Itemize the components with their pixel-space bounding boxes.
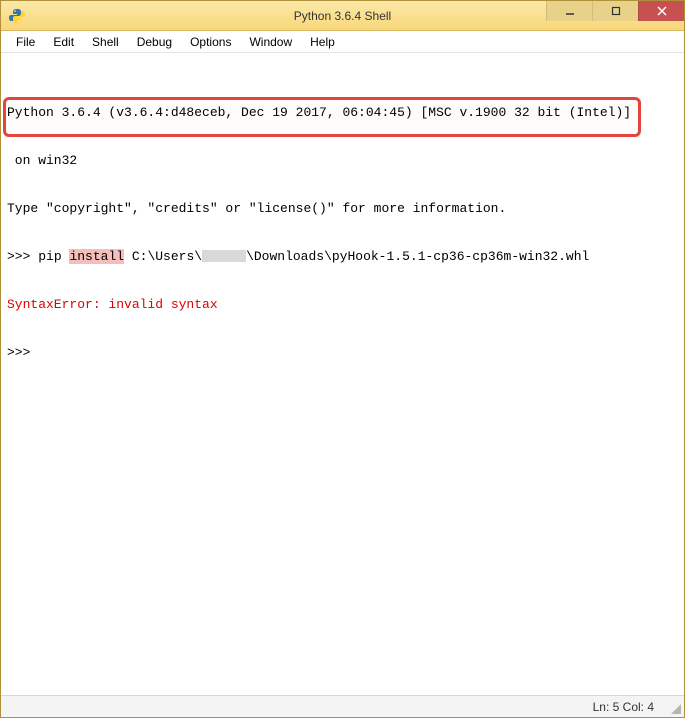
cmd-text: C:\Users\ <box>124 249 202 264</box>
titlebar[interactable]: Python 3.6.4 Shell <box>1 1 684 31</box>
syntax-error-token: install <box>69 249 124 264</box>
menu-shell[interactable]: Shell <box>83 33 128 51</box>
cmd-text: \Downloads\pyHook-1.5.1-cp36-cp36m-win32… <box>246 249 589 264</box>
app-icon <box>9 8 25 24</box>
window-controls <box>546 1 684 30</box>
cmd-text: pip <box>38 249 69 264</box>
menu-window[interactable]: Window <box>240 33 301 51</box>
prompt-prefix: >>> <box>7 249 38 264</box>
banner-line: on win32 <box>7 153 678 169</box>
error-line: SyntaxError: invalid syntax <box>7 297 678 313</box>
cursor-position: Ln: 5 Col: 4 <box>593 700 654 714</box>
editor[interactable]: Python 3.6.4 (v3.6.4:d48eceb, Dec 19 201… <box>1 53 684 695</box>
minimize-button[interactable] <box>546 1 592 21</box>
banner-line: Type "copyright", "credits" or "license(… <box>7 201 678 217</box>
app-window: Python 3.6.4 Shell File Edit Shell Debug… <box>0 0 685 718</box>
maximize-button[interactable] <box>592 1 638 21</box>
menu-edit[interactable]: Edit <box>44 33 83 51</box>
menu-debug[interactable]: Debug <box>128 33 181 51</box>
prompt-line: >>> pip install C:\Users\ \Downloads\pyHo… <box>7 249 678 265</box>
menu-options[interactable]: Options <box>181 33 240 51</box>
menubar: File Edit Shell Debug Options Window Hel… <box>1 31 684 53</box>
resize-grip[interactable] <box>668 701 682 715</box>
banner-line: Python 3.6.4 (v3.6.4:d48eceb, Dec 19 201… <box>7 105 678 121</box>
menu-file[interactable]: File <box>7 33 44 51</box>
close-button[interactable] <box>638 1 684 21</box>
redacted-username <box>202 250 246 262</box>
prompt-line: >>> <box>7 345 678 361</box>
menu-help[interactable]: Help <box>301 33 344 51</box>
statusbar: Ln: 5 Col: 4 <box>1 695 684 717</box>
